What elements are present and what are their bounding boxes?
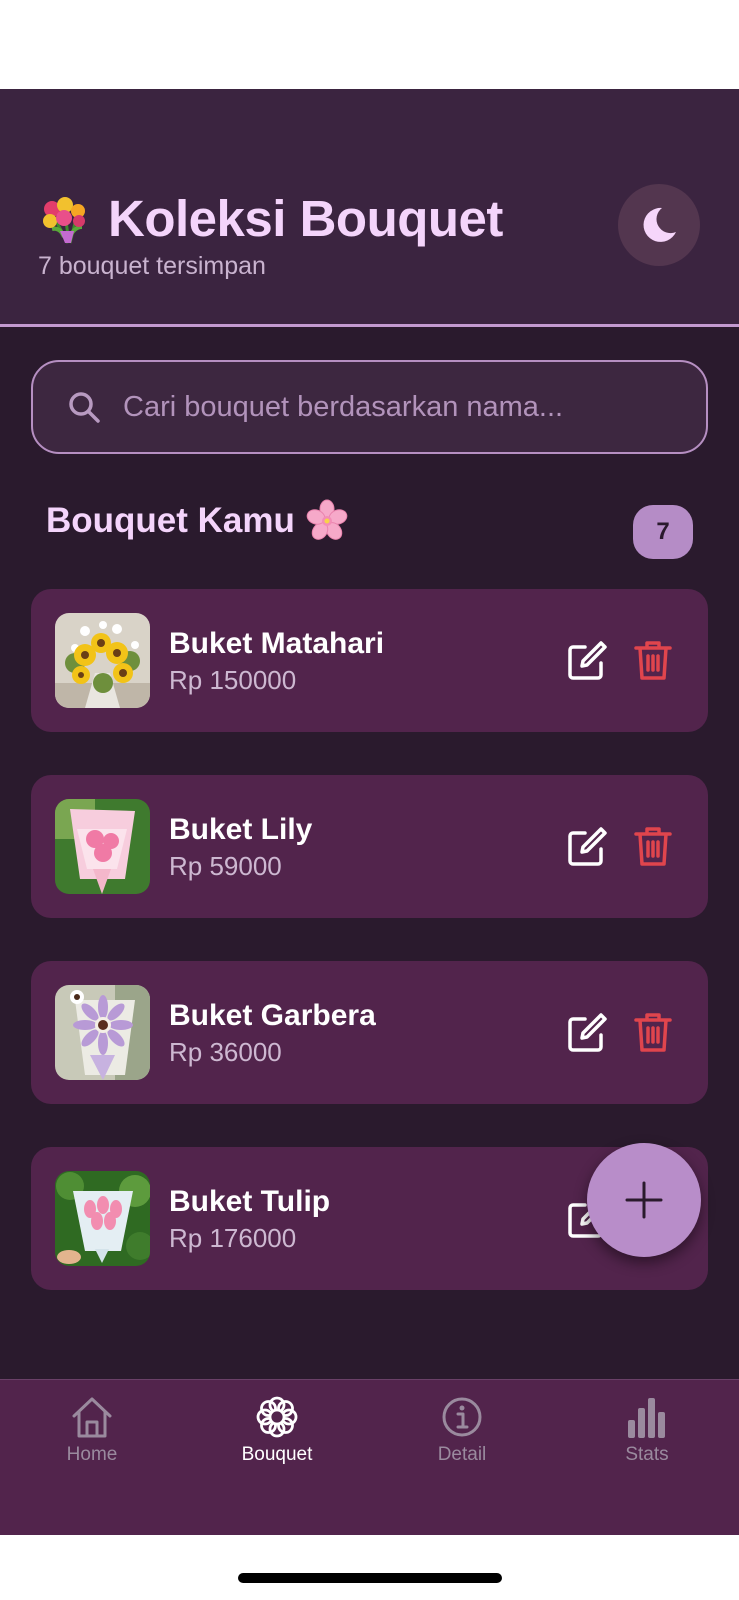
nav-item-stats[interactable]: Stats xyxy=(577,1394,717,1474)
edit-icon[interactable] xyxy=(565,825,609,869)
bouquet-count-badge: 7 xyxy=(633,505,693,559)
home-indicator[interactable] xyxy=(238,1573,502,1583)
cherry-blossom-emoji-icon xyxy=(306,499,348,540)
nav-label-detail: Detail xyxy=(437,1444,487,1465)
add-bouquet-button[interactable] xyxy=(587,1143,701,1257)
nav-item-detail[interactable]: Detail xyxy=(392,1394,532,1474)
bouquet-price: Rp 150000 xyxy=(169,665,297,695)
app-title: Koleksi Bouquet xyxy=(108,190,503,247)
search-box[interactable] xyxy=(31,360,708,454)
bouquet-emoji-icon xyxy=(43,196,85,244)
bouquet-card[interactable]: Buket Matahari Rp 150000 xyxy=(31,589,708,732)
app-header: Koleksi Bouquet 7 bouquet tersimpan xyxy=(0,89,739,327)
title-row: Koleksi Bouquet xyxy=(38,189,503,248)
home-indicator-area xyxy=(0,1535,739,1600)
section-title-text: Bouquet Kamu xyxy=(46,501,295,540)
purple-gerbera-bouquet-photo xyxy=(55,985,150,1080)
nav-item-bouquet[interactable]: Bouquet xyxy=(207,1394,347,1474)
plus-icon xyxy=(625,1181,663,1219)
theme-toggle-button[interactable] xyxy=(618,184,700,266)
flower-icon xyxy=(256,1396,298,1438)
bouquet-price: Rp 176000 xyxy=(169,1223,297,1253)
bouquet-price: Rp 59000 xyxy=(169,851,282,881)
bouquet-name: Buket Matahari xyxy=(169,627,385,660)
sunflower-bouquet-photo xyxy=(55,613,150,708)
edit-icon[interactable] xyxy=(565,639,609,683)
pink-tulip-bouquet-photo xyxy=(55,1171,150,1266)
nav-label-stats: Stats xyxy=(625,1444,669,1465)
edit-icon[interactable] xyxy=(565,1011,609,1055)
home-icon xyxy=(72,1397,112,1438)
trash-icon[interactable] xyxy=(631,824,675,868)
bouquet-card[interactable]: Buket Lily Rp 59000 xyxy=(31,775,708,918)
trash-icon[interactable] xyxy=(631,1010,675,1054)
bouquet-card[interactable]: Buket Garbera Rp 36000 xyxy=(31,961,708,1104)
search-icon xyxy=(69,392,100,423)
nav-item-home[interactable]: Home xyxy=(22,1394,162,1474)
nav-label-bouquet: Bouquet xyxy=(241,1444,313,1465)
bar-chart-icon xyxy=(628,1398,665,1438)
info-icon xyxy=(442,1397,482,1437)
bouquet-name: Buket Tulip xyxy=(169,1185,331,1218)
pink-lily-bouquet-photo xyxy=(55,799,150,894)
nav-label-home: Home xyxy=(66,1444,118,1465)
bouquet-name: Buket Lily xyxy=(169,813,313,846)
trash-icon[interactable] xyxy=(631,638,675,682)
search-input[interactable] xyxy=(123,390,683,424)
bouquet-price: Rp 36000 xyxy=(169,1037,282,1067)
moon-icon xyxy=(643,207,676,242)
app-subtitle: 7 bouquet tersimpan xyxy=(38,252,266,280)
bouquet-name: Buket Garbera xyxy=(169,999,376,1032)
status-bar xyxy=(0,0,739,89)
bottom-navigation: Home Bouquet Detail Stats xyxy=(0,1379,739,1535)
section-title: Bouquet Kamu xyxy=(46,499,349,543)
